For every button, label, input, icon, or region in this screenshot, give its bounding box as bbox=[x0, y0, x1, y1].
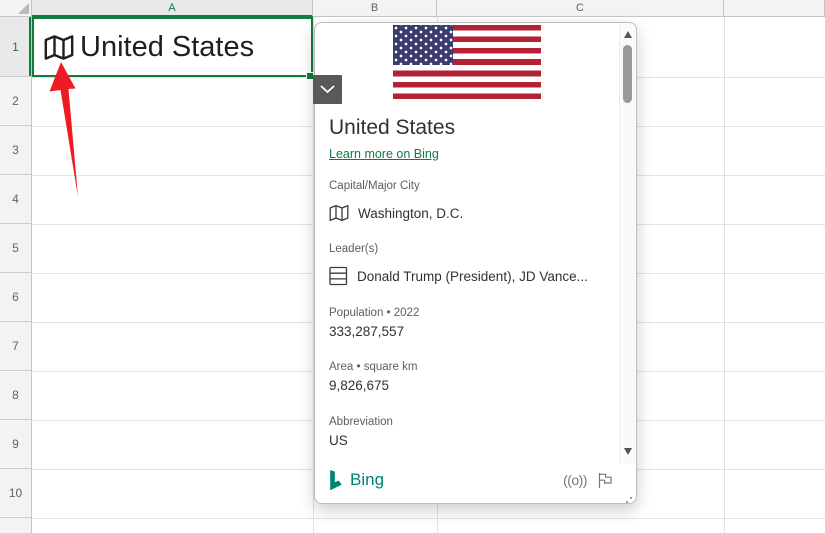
excel-worksheet: A B C 1 2 3 4 5 6 7 8 9 10 United States bbox=[0, 0, 825, 533]
card-footer: Bing ((o)) bbox=[329, 467, 614, 493]
cell-a1-text: United States bbox=[80, 30, 255, 63]
row-header-strip: 1 2 3 4 5 6 7 8 9 10 bbox=[0, 17, 32, 533]
sensitivity-icon[interactable]: ((o)) bbox=[563, 472, 587, 488]
field-label-abbreviation: Abbreviation bbox=[329, 416, 393, 428]
row-header-11[interactable] bbox=[0, 518, 31, 532]
field-value-capital: Washington, D.C. bbox=[358, 205, 464, 221]
column-header-d[interactable] bbox=[724, 0, 825, 17]
row-header-1[interactable]: 1 bbox=[0, 17, 31, 77]
field-label-population: Population • 2022 bbox=[329, 307, 420, 319]
column-header-b[interactable]: B bbox=[313, 0, 437, 17]
field-label-area: Area • square km bbox=[329, 361, 418, 373]
field-row-leaders: Donald Trump (President), JD Vance... bbox=[329, 266, 622, 286]
card-scrollbar[interactable] bbox=[619, 24, 635, 464]
geography-data-card: United States Learn more on Bing Capital… bbox=[314, 22, 637, 504]
card-body: United States Learn more on Bing Capital… bbox=[315, 23, 636, 503]
field-label-leaders: Leader(s) bbox=[329, 243, 379, 255]
row-header-3[interactable]: 3 bbox=[0, 126, 31, 175]
column-header-a[interactable]: A bbox=[32, 0, 313, 17]
card-resize-handle[interactable] bbox=[630, 497, 632, 499]
learn-more-link[interactable]: Learn more on Bing bbox=[329, 147, 439, 161]
us-flag-image bbox=[393, 25, 541, 99]
gridline bbox=[724, 17, 725, 533]
field-row-capital: Washington, D.C. bbox=[329, 204, 622, 222]
map-icon bbox=[329, 204, 349, 222]
row-header-2[interactable]: 2 bbox=[0, 77, 31, 126]
field-label-capital: Capital/Major City bbox=[329, 180, 420, 192]
map-icon bbox=[44, 34, 74, 61]
scroll-down-arrow-icon[interactable] bbox=[624, 448, 632, 455]
field-value-area: 9,826,675 bbox=[329, 378, 390, 393]
row-header-9[interactable]: 9 bbox=[0, 420, 31, 469]
chevron-down-icon bbox=[320, 85, 335, 94]
row-header-4[interactable]: 4 bbox=[0, 175, 31, 224]
select-all-triangle-icon bbox=[18, 3, 29, 14]
cell-a1[interactable]: United States bbox=[32, 17, 313, 77]
bing-label: Bing bbox=[350, 470, 385, 489]
row-header-6[interactable]: 6 bbox=[0, 273, 31, 322]
card-collapse-button[interactable] bbox=[313, 75, 342, 104]
card-title: United States bbox=[329, 116, 456, 139]
column-header-c[interactable]: C bbox=[437, 0, 724, 17]
field-value-population: 333,287,557 bbox=[329, 324, 405, 339]
bing-attribution[interactable]: Bing bbox=[329, 469, 385, 491]
scrollbar-thumb[interactable] bbox=[623, 45, 632, 103]
row-header-10[interactable]: 10 bbox=[0, 469, 31, 518]
row-header-8[interactable]: 8 bbox=[0, 371, 31, 420]
table-icon bbox=[329, 266, 348, 286]
gridline bbox=[32, 518, 825, 519]
flag-canton-stars bbox=[393, 25, 453, 65]
row-header-7[interactable]: 7 bbox=[0, 322, 31, 371]
bing-logo-icon bbox=[330, 469, 342, 490]
scroll-up-arrow-icon[interactable] bbox=[624, 31, 632, 38]
row-header-5[interactable]: 5 bbox=[0, 224, 31, 273]
report-flag-icon[interactable] bbox=[597, 472, 614, 489]
select-all-corner[interactable] bbox=[0, 0, 32, 17]
field-value-abbreviation: US bbox=[329, 433, 348, 448]
footer-icons: ((o)) bbox=[563, 472, 614, 489]
field-value-leaders: Donald Trump (President), JD Vance... bbox=[357, 268, 588, 284]
